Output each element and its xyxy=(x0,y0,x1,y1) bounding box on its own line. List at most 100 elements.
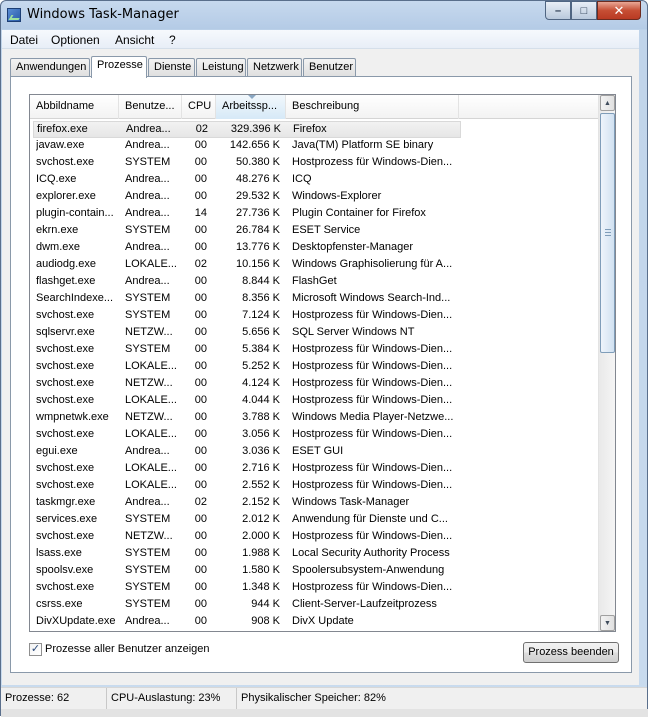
process-user: SYSTEM xyxy=(125,547,171,559)
process-description: Firefox xyxy=(293,123,327,135)
process-name: javaw.exe xyxy=(36,139,85,151)
scrollbar-thumb[interactable] xyxy=(600,113,615,353)
table-row[interactable]: svchost.exe LOKALE... 00 4.044 K Hostprozess… xyxy=(33,393,461,410)
menu-datei[interactable]: Datei xyxy=(10,33,38,47)
table-row[interactable]: wmpnetwk.exe NETZW... 00 3.788 K Windows Med… xyxy=(33,410,461,427)
table-row[interactable]: flashget.exe Andrea... 00 8.844 K FlashGet xyxy=(33,274,461,291)
process-name: flashget.exe xyxy=(36,275,96,287)
process-memory: 2.152 K xyxy=(242,496,280,508)
process-cpu: 00 xyxy=(194,326,207,338)
table-row[interactable]: plugin-contain... Andrea... 14 27.736 K Plug… xyxy=(33,206,461,223)
column-header-cpu[interactable]: CPU xyxy=(182,95,216,119)
table-row[interactable]: svchost.exe SYSTEM 00 50.380 K Hostprozess f… xyxy=(33,155,461,172)
process-cpu: 00 xyxy=(194,479,207,491)
process-cpu: 00 xyxy=(194,581,207,593)
column-header-memory[interactable]: Arbeitssp... xyxy=(216,95,286,119)
tab-benutzer[interactable]: Benutzer xyxy=(303,58,356,77)
show-all-users-label[interactable]: Prozesse aller Benutzer anzeigen xyxy=(45,643,209,655)
table-row[interactable]: svchost.exe LOKALE... 00 2.552 K Hostprozess… xyxy=(33,478,461,495)
process-description: Hostprozess für Windows-Dien... xyxy=(292,343,453,355)
process-description: Plugin Container for Firefox xyxy=(292,207,426,219)
process-name: svchost.exe xyxy=(36,360,95,372)
process-cpu: 00 xyxy=(194,241,207,253)
table-row[interactable]: DivXUpdate.exe Andrea... 00 908 K DivX Updat… xyxy=(33,614,461,631)
close-icon: ✕ xyxy=(613,2,625,18)
status-memory: Physikalischer Speicher: 82% xyxy=(241,692,386,704)
process-name: sqlservr.exe xyxy=(36,326,95,338)
process-cpu: 02 xyxy=(194,496,207,508)
menu-help[interactable]: ? xyxy=(169,33,176,47)
process-cpu: 00 xyxy=(194,564,207,576)
process-name: SearchIndexe... xyxy=(36,292,114,304)
process-user: Andrea... xyxy=(125,615,170,627)
menu-optionen[interactable]: Optionen xyxy=(51,33,100,47)
table-row[interactable]: firefox.exe Andrea... 02 329.396 K Firefox xyxy=(33,121,461,138)
table-row[interactable]: svchost.exe NETZW... 00 4.124 K Hostprozess … xyxy=(33,376,461,393)
table-row[interactable]: svchost.exe LOKALE... 00 2.716 K Hostprozess… xyxy=(33,461,461,478)
process-description: Spoolersubsystem-Anwendung xyxy=(292,564,445,576)
tab-leistung[interactable]: Leistung xyxy=(196,58,246,77)
process-cpu: 00 xyxy=(194,343,207,355)
table-row[interactable]: lsass.exe SYSTEM 00 1.988 K Local Security A… xyxy=(33,546,461,563)
minimize-button[interactable]: – xyxy=(545,1,571,20)
table-row[interactable]: ICQ.exe Andrea... 00 48.276 K ICQ xyxy=(33,172,461,189)
processes-page: Abbildname Benutze... CPU Arbeitssp... B… xyxy=(10,76,632,673)
process-memory: 10.156 K xyxy=(235,258,280,270)
process-list[interactable]: Abbildname Benutze... CPU Arbeitssp... B… xyxy=(29,94,616,632)
table-row[interactable]: egui.exe Andrea... 00 3.036 K ESET GUI xyxy=(33,444,461,461)
process-name: svchost.exe xyxy=(36,377,95,389)
show-all-users-checkbox[interactable]: ✓ xyxy=(29,643,42,656)
process-description: Windows Graphisolierung für A... xyxy=(292,258,453,270)
process-cpu: 00 xyxy=(194,139,207,151)
process-memory: 3.788 K xyxy=(242,411,280,423)
table-row[interactable]: taskmgr.exe Andrea... 02 2.152 K Windows Tas… xyxy=(33,495,461,512)
tab-prozesse[interactable]: Prozesse xyxy=(91,56,147,78)
table-row[interactable]: svchost.exe SYSTEM 00 5.384 K Hostprozess fü… xyxy=(33,342,461,359)
table-row[interactable]: spoolsv.exe SYSTEM 00 1.580 K Spoolersubsyst… xyxy=(33,563,461,580)
table-row[interactable]: svchost.exe SYSTEM 00 1.348 K Hostprozess fü… xyxy=(33,580,461,597)
table-row[interactable]: sqlservr.exe NETZW... 00 5.656 K SQL Server … xyxy=(33,325,461,342)
scroll-up-button[interactable]: ▲ xyxy=(600,95,615,111)
process-description: FlashGet xyxy=(292,275,337,287)
scroll-down-button[interactable]: ▼ xyxy=(600,615,615,631)
process-user: SYSTEM xyxy=(125,309,171,321)
table-row[interactable]: services.exe SYSTEM 00 2.012 K Anwendung für… xyxy=(33,512,461,529)
table-row[interactable]: svchost.exe LOKALE... 00 3.056 K Hostprozess… xyxy=(33,427,461,444)
menu-ansicht[interactable]: Ansicht xyxy=(115,33,154,47)
table-row[interactable]: svchost.exe NETZW... 00 2.000 K Hostprozess … xyxy=(33,529,461,546)
table-row[interactable]: javaw.exe Andrea... 00 142.656 K Java(TM) Pl… xyxy=(33,138,461,155)
process-memory: 26.784 K xyxy=(235,224,280,236)
column-header-image-name[interactable]: Abbildname xyxy=(30,95,119,119)
end-process-button[interactable]: Prozess beenden xyxy=(523,642,619,663)
process-memory: 944 K xyxy=(251,598,280,610)
table-row[interactable]: dwm.exe Andrea... 00 13.776 K Desktopfenster… xyxy=(33,240,461,257)
process-memory: 2.012 K xyxy=(242,513,280,525)
process-description: Anwendung für Dienste und C... xyxy=(292,513,448,525)
close-button[interactable]: ✕ xyxy=(597,1,641,20)
tab-netzwerk[interactable]: Netzwerk xyxy=(247,58,302,77)
tab-anwendungen[interactable]: Anwendungen xyxy=(10,58,90,77)
column-header-user[interactable]: Benutze... xyxy=(119,95,182,119)
process-cpu: 00 xyxy=(194,190,207,202)
process-memory: 27.736 K xyxy=(235,207,280,219)
process-memory: 5.656 K xyxy=(242,326,280,338)
status-process-count: Prozesse: 62 xyxy=(1,688,107,710)
maximize-button[interactable]: □ xyxy=(571,1,597,20)
process-name: svchost.exe xyxy=(36,156,95,168)
title-bar[interactable]: Windows Task-Manager – □ ✕ xyxy=(1,1,647,29)
table-row[interactable]: svchost.exe SYSTEM 00 7.124 K Hostprozess fü… xyxy=(33,308,461,325)
column-header-description[interactable]: Beschreibung xyxy=(286,95,459,119)
table-row[interactable]: csrss.exe SYSTEM 00 944 K Client-Server-Lauf… xyxy=(33,597,461,614)
process-user: NETZW... xyxy=(125,377,173,389)
task-manager-window: Windows Task-Manager – □ ✕ Datei Optione… xyxy=(0,0,648,717)
table-row[interactable]: explorer.exe Andrea... 00 29.532 K Windows-E… xyxy=(33,189,461,206)
tab-dienste[interactable]: Dienste xyxy=(148,58,195,77)
list-header: Abbildname Benutze... CPU Arbeitssp... B… xyxy=(30,95,600,119)
process-name: wmpnetwk.exe xyxy=(36,411,109,423)
vertical-scrollbar[interactable]: ▲ ▼ xyxy=(598,95,615,631)
table-row[interactable]: svchost.exe LOKALE... 00 5.252 K Hostprozess… xyxy=(33,359,461,376)
table-row[interactable]: audiodg.exe LOKALE... 02 10.156 K Windows Gr… xyxy=(33,257,461,274)
process-cpu: 00 xyxy=(194,462,207,474)
table-row[interactable]: SearchIndexe... SYSTEM 00 8.356 K Microsoft … xyxy=(33,291,461,308)
table-row[interactable]: ekrn.exe SYSTEM 00 26.784 K ESET Service xyxy=(33,223,461,240)
